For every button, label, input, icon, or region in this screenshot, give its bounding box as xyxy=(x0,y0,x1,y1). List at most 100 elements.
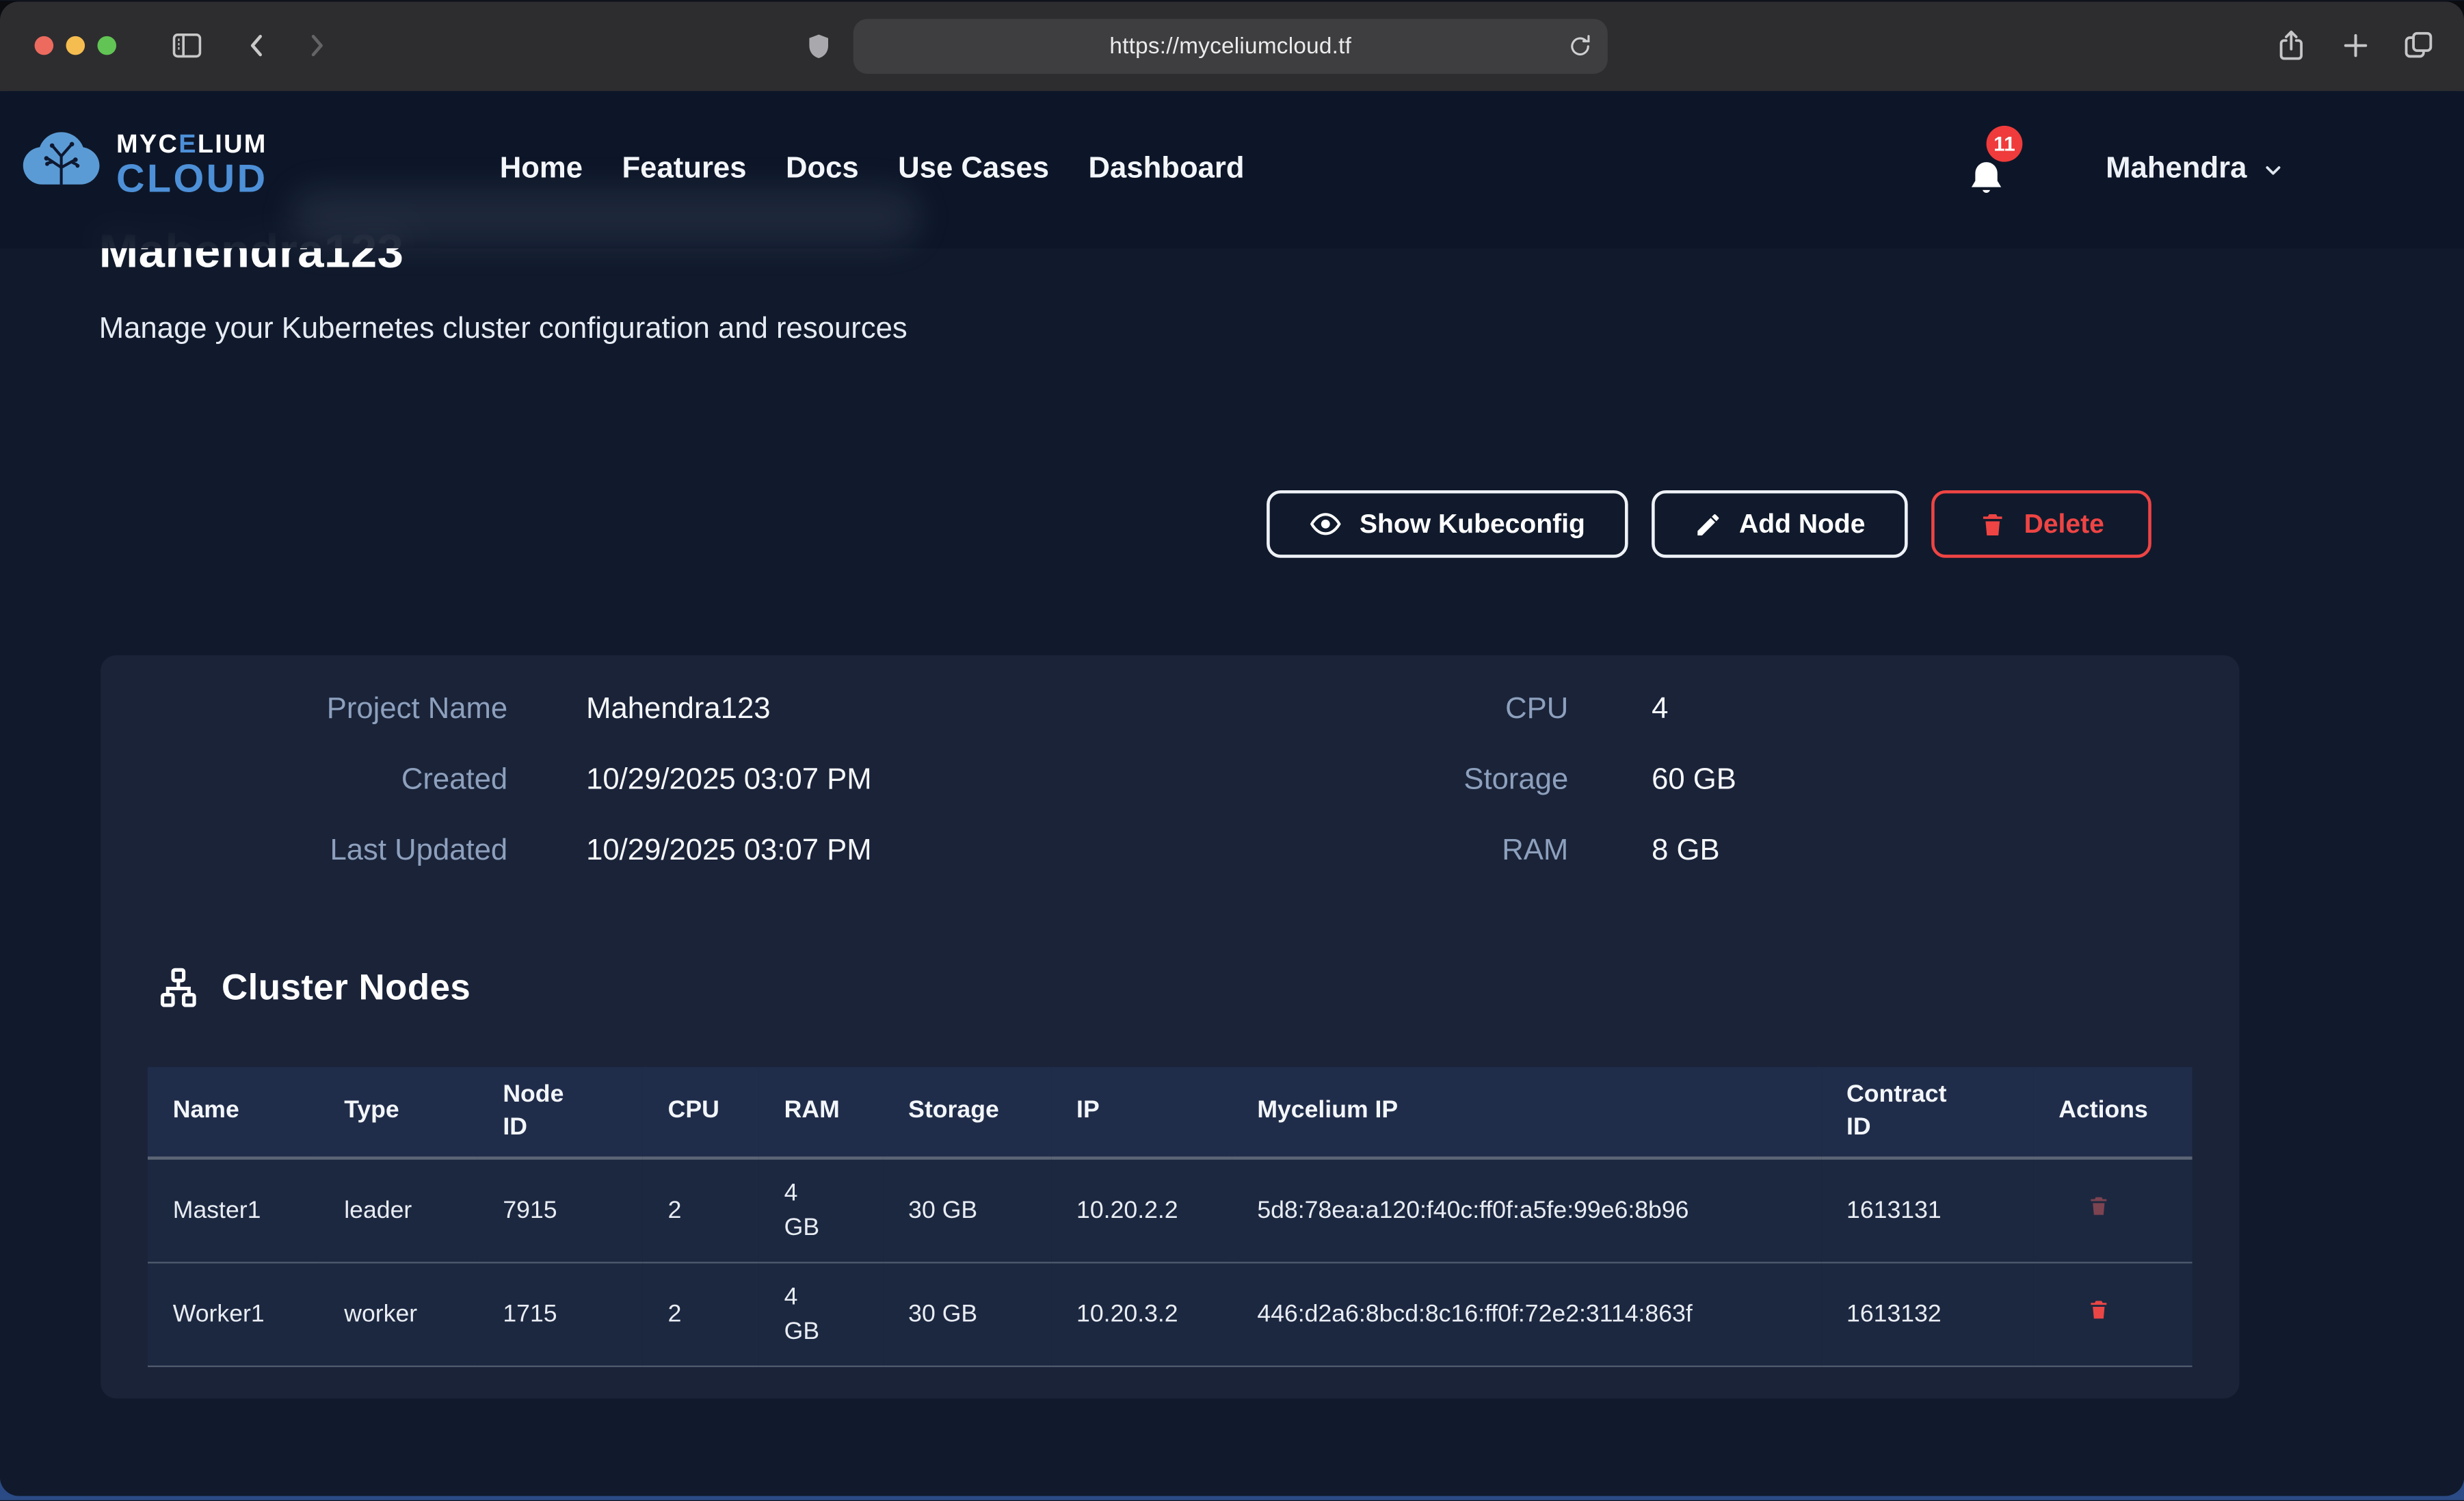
info-row-project-name: Project Name Mahendra123 xyxy=(101,674,872,745)
info-row-created: Created 10/29/2025 03:07 PM xyxy=(101,745,872,815)
cell-mycelium-ip: 5d8:78ea:a120:f40c:ff0f:a5fe:99e6:8b96 xyxy=(1232,1158,1822,1263)
col-header-mycelium-ip: Mycelium IP xyxy=(1232,1067,1822,1158)
share-icon[interactable] xyxy=(2273,27,2310,64)
logo-line2: CLOUD xyxy=(116,161,267,200)
info-value: 8 GB xyxy=(1652,834,1720,868)
cell-ram: 4 GB xyxy=(759,1158,884,1263)
cluster-info-right: CPU 4 Storage 60 GB RAM 8 GB xyxy=(1201,674,1736,886)
info-row-last-updated: Last Updated 10/29/2025 03:07 PM xyxy=(101,816,872,886)
logo-line1: MYCELIUM xyxy=(116,131,267,157)
cell-name: Master1 xyxy=(148,1158,319,1263)
cell-type: leader xyxy=(319,1158,477,1263)
cell-actions xyxy=(2033,1158,2192,1263)
add-node-label: Add Node xyxy=(1739,508,1865,540)
cell-cpu: 2 xyxy=(643,1158,759,1263)
info-label: Storage xyxy=(1201,763,1569,798)
show-kubeconfig-label: Show Kubeconfig xyxy=(1360,508,1585,540)
nav-link-home[interactable]: Home xyxy=(500,152,583,187)
browser-window: https://myceliumcloud.tf Mahendra123 Man… xyxy=(0,1,2464,1496)
col-header-ip: IP xyxy=(1051,1067,1232,1158)
nav-link-docs[interactable]: Docs xyxy=(786,152,859,187)
cluster-nodes-table: Name Type Node ID CPU RAM Storage IP Myc… xyxy=(148,1067,2193,1367)
info-value: 10/29/2025 03:07 PM xyxy=(586,763,872,798)
sidebar-toggle-icon[interactable] xyxy=(170,28,204,63)
pencil-icon xyxy=(1693,510,1721,538)
cell-name: Worker1 xyxy=(148,1262,319,1366)
cell-contract-id: 1613131 xyxy=(1821,1158,2033,1263)
cell-storage: 30 GB xyxy=(883,1158,1051,1263)
cell-actions xyxy=(2033,1262,2192,1366)
col-header-storage: Storage xyxy=(883,1067,1051,1158)
back-icon[interactable] xyxy=(241,28,276,63)
info-row-ram: RAM 8 GB xyxy=(1201,816,1736,886)
cell-mycelium-ip: 446:d2a6:8bcd:8c16:ff0f:72e2:3114:863f xyxy=(1232,1262,1822,1366)
url-text: https://myceliumcloud.tf xyxy=(1109,34,1351,59)
eye-icon xyxy=(1309,507,1342,540)
reload-icon[interactable] xyxy=(1565,31,1593,59)
trash-icon xyxy=(2087,1296,2110,1323)
delete-node-button[interactable] xyxy=(2087,1192,2110,1219)
browser-toolbar: https://myceliumcloud.tf xyxy=(0,1,2464,91)
cell-node-id: 7915 xyxy=(478,1158,643,1263)
info-row-cpu: CPU 4 xyxy=(1201,674,1736,745)
logo-wordmark: MYCELIUM CLOUD xyxy=(116,131,267,200)
info-value: 60 GB xyxy=(1652,763,1736,798)
cluster-details-card: Project Name Mahendra123 Created 10/29/2… xyxy=(101,655,2239,1398)
trash-icon xyxy=(2087,1192,2110,1219)
network-icon xyxy=(157,966,200,1009)
site-logo[interactable]: MYCELIUM CLOUD xyxy=(19,129,268,202)
user-menu[interactable]: Mahendra xyxy=(2106,91,2284,248)
notification-badge: 11 xyxy=(1987,126,2023,162)
cell-cpu: 2 xyxy=(643,1262,759,1366)
address-bar[interactable]: https://myceliumcloud.tf xyxy=(853,19,1608,74)
col-header-type: Type xyxy=(319,1067,477,1158)
minimize-window-button[interactable] xyxy=(66,36,85,55)
col-header-actions: Actions xyxy=(2033,1067,2192,1158)
cell-node-id: 1715 xyxy=(478,1262,643,1366)
cell-ip: 10.20.2.2 xyxy=(1051,1158,1232,1263)
web-page: Mahendra123 Manage your Kubernetes clust… xyxy=(0,91,2464,1496)
add-node-button[interactable]: Add Node xyxy=(1651,490,1907,558)
cloud-logo-icon xyxy=(19,129,104,202)
cluster-nodes-heading: Cluster Nodes xyxy=(157,966,471,1009)
user-name: Mahendra xyxy=(2106,152,2247,187)
nav-link-use-cases[interactable]: Use Cases xyxy=(898,152,1049,187)
tab-overview-icon[interactable] xyxy=(2400,27,2437,64)
col-header-contract-id: Contract ID xyxy=(1821,1067,2033,1158)
info-row-storage: Storage 60 GB xyxy=(1201,745,1736,815)
chevron-down-icon xyxy=(2261,158,2284,181)
privacy-shield-icon[interactable] xyxy=(805,30,833,63)
nav-link-dashboard[interactable]: Dashboard xyxy=(1089,152,1245,187)
zoom-window-button[interactable] xyxy=(97,36,116,55)
new-tab-icon[interactable] xyxy=(2337,27,2374,64)
col-header-ram: RAM xyxy=(759,1067,884,1158)
table-header-row: Name Type Node ID CPU RAM Storage IP Myc… xyxy=(148,1067,2193,1158)
table-row: Worker1 worker 1715 2 4 GB 30 GB 10.20.3… xyxy=(148,1262,2193,1366)
close-window-button[interactable] xyxy=(35,36,54,55)
notifications-button[interactable]: 11 xyxy=(1966,138,2029,207)
info-label: CPU xyxy=(1201,692,1569,727)
info-value: Mahendra123 xyxy=(586,692,770,727)
delete-cluster-button[interactable]: Delete xyxy=(1931,490,2151,558)
cell-type: worker xyxy=(319,1262,477,1366)
delete-node-button[interactable] xyxy=(2087,1296,2110,1323)
info-label: RAM xyxy=(1201,834,1569,868)
page-subtitle: Manage your Kubernetes cluster configura… xyxy=(99,313,908,347)
site-navbar: MYCELIUM CLOUD Home Features Docs Use Ca… xyxy=(0,91,2464,248)
show-kubeconfig-button[interactable]: Show Kubeconfig xyxy=(1267,490,1627,558)
trash-icon xyxy=(1978,510,2006,538)
window-controls xyxy=(35,36,116,55)
nav-links: Home Features Docs Use Cases Dashboard xyxy=(500,91,1245,248)
cell-storage: 30 GB xyxy=(883,1262,1051,1366)
cluster-actions: Show Kubeconfig Add Node Delete xyxy=(1267,490,2151,558)
col-header-cpu: CPU xyxy=(643,1067,759,1158)
cell-ip: 10.20.3.2 xyxy=(1051,1262,1232,1366)
col-header-name: Name xyxy=(148,1067,319,1158)
info-label: Last Updated xyxy=(101,834,507,868)
nav-link-features[interactable]: Features xyxy=(622,152,747,187)
bell-icon xyxy=(1966,157,2007,201)
cluster-nodes-title: Cluster Nodes xyxy=(222,966,471,1009)
cluster-info-left: Project Name Mahendra123 Created 10/29/2… xyxy=(101,674,872,886)
cell-ram: 4 GB xyxy=(759,1262,884,1366)
info-label: Project Name xyxy=(101,692,507,727)
